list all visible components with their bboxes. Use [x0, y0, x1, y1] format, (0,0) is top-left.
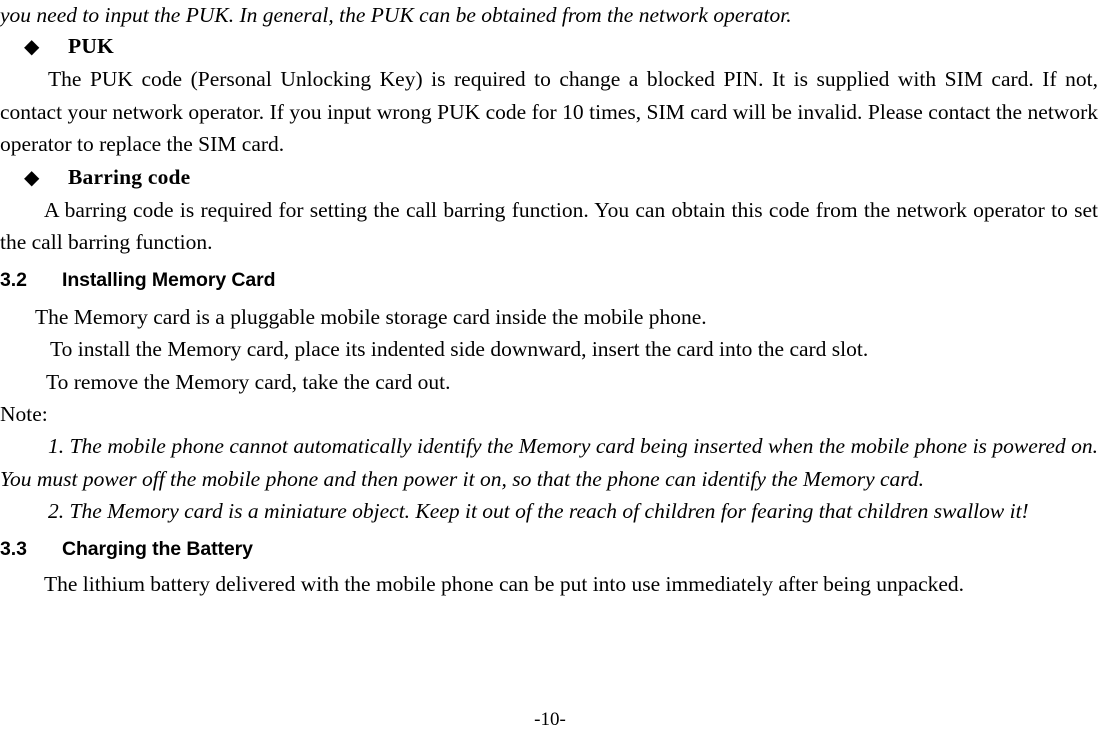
page-number: -10- — [534, 709, 566, 730]
section-number: 3.3 — [0, 537, 27, 560]
diamond-bullet-icon: ◆ — [24, 36, 40, 58]
line-memory-card-remove: To remove the Memory card, take the card… — [46, 369, 451, 394]
note-item-1: 1. The mobile phone cannot automatically… — [0, 434, 1098, 491]
section-number: 3.2 — [0, 268, 27, 291]
paragraph-puk: The PUK code (Personal Unlocking Key) is… — [0, 67, 1098, 157]
paragraph-battery: The lithium battery delivered with the m… — [44, 571, 965, 596]
bullet-heading-label: Barring code — [68, 164, 191, 189]
bullet-heading-puk: ◆ PUK — [0, 30, 1098, 63]
section-heading-3-3: 3.3 Charging the Battery — [0, 528, 1098, 568]
section-title: Charging the Battery — [62, 537, 253, 560]
line-memory-card-description: The Memory card is a pluggable mobile st… — [35, 304, 707, 329]
note-item-2: 2. The Memory card is a miniature object… — [48, 499, 1029, 524]
bullet-heading-label: PUK — [68, 34, 114, 58]
paragraph-barring-code: A barring code is required for setting t… — [0, 198, 1098, 255]
note-label: Note: — [0, 402, 48, 427]
diamond-bullet-icon: ◆ — [24, 166, 40, 189]
document-page: you need to input the PUK. In general, t… — [0, 0, 1100, 735]
paragraph-continuation: you need to input the PUK. In general, t… — [0, 3, 792, 27]
section-heading-3-2: 3.2 Installing Memory Card — [0, 259, 1098, 299]
section-title: Installing Memory Card — [62, 268, 276, 291]
bullet-heading-barring-code: ◆ Barring code — [0, 161, 1098, 194]
line-memory-card-install: To install the Memory card, place its in… — [50, 337, 869, 362]
